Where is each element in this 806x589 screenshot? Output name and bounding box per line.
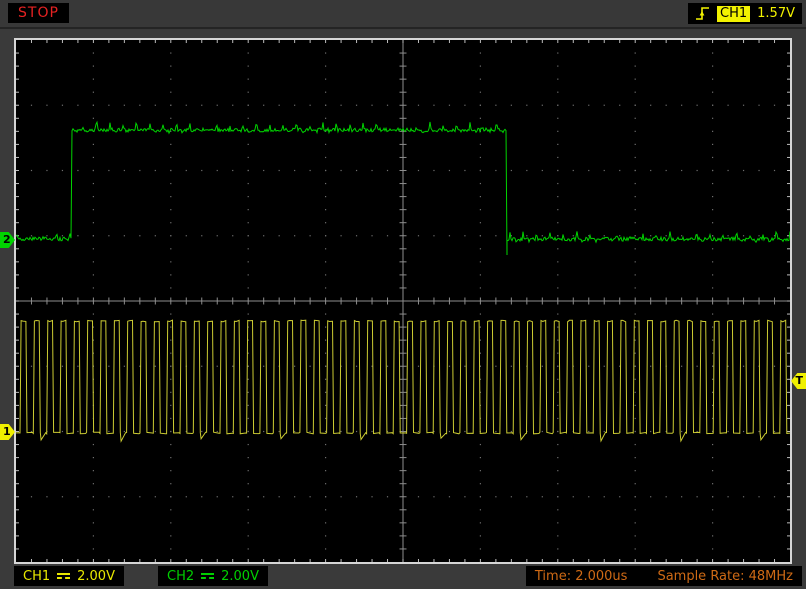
ch2-dc-coupling-icon <box>201 573 214 579</box>
trigger-source-chip: CH1 <box>717 6 750 22</box>
ch2-position-marker[interactable]: 2 <box>0 232 15 248</box>
rising-edge-trigger-icon <box>695 5 710 22</box>
ch1-position-marker[interactable]: 1 <box>0 424 15 440</box>
waveform-display-area <box>14 38 792 564</box>
ch2-scale-value: 2.00V <box>221 569 259 584</box>
top-status-bar: STOP CH1 1.57V <box>0 0 806 29</box>
trigger-marker-label: T <box>795 374 803 387</box>
sample-rate-value: Sample Rate: 48MHz <box>657 569 793 584</box>
ch1-scale-badge[interactable]: CH1 2.00V <box>14 566 124 586</box>
acquisition-status-badge[interactable]: STOP <box>8 3 69 23</box>
ch1-label: CH1 <box>23 569 50 584</box>
ch2-scale-badge[interactable]: CH2 2.00V <box>158 566 268 586</box>
timebase-value: Time: 2.000us <box>535 569 628 584</box>
ch2-marker-label: 2 <box>3 233 11 246</box>
trigger-level-value: 1.57V <box>757 6 795 21</box>
trigger-info-badge[interactable]: CH1 1.57V <box>688 3 802 24</box>
acquisition-status-text: STOP <box>18 5 59 21</box>
timebase-info-badge[interactable]: Time: 2.000us Sample Rate: 48MHz <box>526 566 802 586</box>
oscilloscope-screen: { "top_bar": { "status": "STOP", "trigge… <box>0 0 806 589</box>
trigger-level-marker[interactable]: T <box>791 373 806 389</box>
ch1-scale-value: 2.00V <box>77 569 115 584</box>
scope-graticule-and-traces <box>16 40 790 562</box>
ch1-marker-label: 1 <box>3 425 11 438</box>
ch1-dc-coupling-icon <box>57 573 70 579</box>
ch2-label: CH2 <box>167 569 194 584</box>
